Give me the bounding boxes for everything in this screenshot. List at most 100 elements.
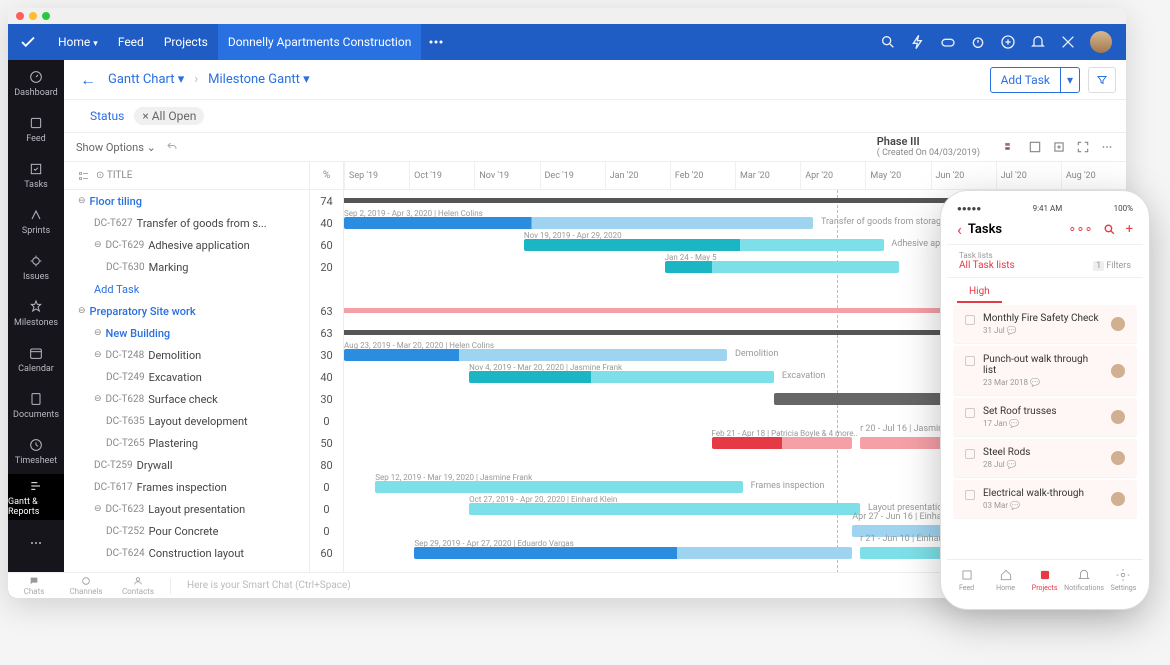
fullscreen-icon[interactable] — [1076, 140, 1090, 154]
percent-header[interactable]: % — [310, 162, 343, 190]
task-row[interactable]: DC-T259 Drywall — [64, 454, 309, 476]
nav-milestones[interactable]: Milestones — [8, 290, 64, 336]
nav-feed[interactable]: Feed — [108, 35, 154, 49]
footer-chats[interactable]: Chats — [8, 576, 60, 596]
phone-task-item[interactable]: Electrical walk-through 03 Mar 💬 — [953, 480, 1137, 519]
checkbox[interactable] — [965, 356, 975, 366]
nav-project-crumb[interactable]: Donnelly Apartments Construction — [218, 24, 422, 60]
phone-search-icon[interactable] — [1103, 223, 1116, 236]
nav-sprints[interactable]: Sprints — [8, 198, 64, 244]
task-row[interactable]: DC-T630 Marking — [64, 256, 309, 278]
task-row[interactable]: ⊖DC-T623 Layout presentation — [64, 498, 309, 520]
window-maximize-icon[interactable] — [42, 12, 50, 20]
nav-timesheet[interactable]: Timesheet — [8, 428, 64, 474]
expand-icon[interactable]: ⊖ — [94, 504, 102, 514]
expand-icon[interactable]: ⊖ — [94, 240, 102, 250]
gamepad-icon[interactable] — [940, 34, 956, 50]
gantt-bar[interactable]: Sep 29, 2019 - Apr 27, 2020 | Eduardo Va… — [414, 547, 852, 559]
gantt-bar[interactable]: Aug 23, 2019 - Mar 20, 2020 | Helen Coli… — [344, 349, 727, 361]
checkbox[interactable] — [965, 490, 975, 500]
task-row[interactable]: DC-T617 Frames inspection — [64, 476, 309, 498]
task-group[interactable]: ⊖ Floor tiling — [64, 190, 309, 212]
checkbox[interactable] — [965, 315, 975, 325]
gantt-bar[interactable]: Jan 24 - May 5 — [665, 261, 900, 273]
task-row[interactable]: DC-T249 Excavation — [64, 366, 309, 388]
expand-icon[interactable]: ⊖ — [94, 394, 102, 404]
crumb-gantt-chart[interactable]: Gantt Chart ▾ — [102, 72, 190, 87]
show-options-toggle[interactable]: Show Options ⌄ — [76, 141, 156, 154]
task-row[interactable]: DC-T624 Construction layout — [64, 542, 309, 564]
phone-tab-notifications[interactable]: Notifications — [1064, 560, 1104, 599]
status-label[interactable]: Status — [90, 109, 124, 123]
undo-icon[interactable] — [166, 141, 178, 153]
tools-icon[interactable] — [1060, 34, 1076, 50]
footer-contacts[interactable]: Contacts — [112, 576, 164, 596]
checkbox[interactable] — [965, 408, 975, 418]
task-row[interactable]: ⊖DC-T628 Surface check — [64, 388, 309, 410]
nav-calendar[interactable]: Calendar — [8, 336, 64, 382]
phone-more-icon[interactable]: ∘∘∘ — [1068, 222, 1092, 237]
phone-tab-settings[interactable]: Settings — [1104, 560, 1143, 599]
crumb-milestone-gantt[interactable]: Milestone Gantt ▾ — [202, 72, 315, 87]
task-row[interactable]: DC-T627 Transfer of goods from s... — [64, 212, 309, 234]
phone-task-item[interactable]: Set Roof trusses 17 Jan 💬 — [953, 398, 1137, 437]
search-icon[interactable] — [880, 34, 896, 50]
gantt-bar[interactable]: Sep 2, 2019 - Apr 3, 2020 | Helen Colins — [344, 217, 813, 229]
filter-button[interactable] — [1088, 67, 1116, 93]
gantt-bar[interactable]: Oct 27, 2019 - Apr 20, 2020 | Einhard Kl… — [469, 503, 860, 515]
add-task-button[interactable]: Add Task ▾ — [990, 67, 1080, 93]
task-row[interactable]: DC-T265 Plastering — [64, 432, 309, 454]
task-group[interactable]: ⊖ Preparatory Site work — [64, 300, 309, 322]
gantt-bar[interactable]: Nov 19, 2019 - Apr 29, 2020 — [524, 239, 884, 251]
nav-projects[interactable]: Projects — [154, 35, 218, 49]
nav-gantt-reports[interactable]: Gantt & Reports — [8, 474, 64, 520]
checkbox[interactable] — [965, 449, 975, 459]
nav-issues[interactable]: Issues — [8, 244, 64, 290]
bell-icon[interactable] — [1030, 34, 1046, 50]
expand-icon[interactable]: ⊖ — [78, 306, 86, 316]
gantt-bar[interactable]: Nov 4, 2019 - Mar 20, 2020 | Jasmine Fra… — [469, 371, 774, 383]
bolt-icon[interactable] — [910, 34, 926, 50]
title-header[interactable]: ⊙ TITLE — [64, 162, 309, 190]
nav-home[interactable]: Home ▾ — [48, 35, 108, 49]
phone-add-icon[interactable]: + — [1126, 222, 1133, 237]
phone-task-list[interactable]: Monthly Fire Safety Check 31 Jul 💬 Punch… — [947, 303, 1143, 559]
window-close-icon[interactable] — [16, 12, 24, 20]
add-task-dropdown-icon[interactable]: ▾ — [1061, 73, 1079, 87]
phone-task-item[interactable]: Steel Rods 28 Jul 💬 — [953, 439, 1137, 478]
expand-icon[interactable]: ⊖ — [94, 328, 102, 338]
add-task-inline[interactable]: Add Task — [64, 278, 309, 300]
user-avatar[interactable] — [1090, 31, 1112, 53]
nav-dashboard[interactable]: Dashboard — [8, 60, 64, 106]
task-row[interactable]: DC-T635 Layout development — [64, 410, 309, 432]
task-row[interactable]: ⊖DC-T629 Adhesive application — [64, 234, 309, 256]
nav-feed[interactable]: Feed — [8, 106, 64, 152]
footer-channels[interactable]: Channels — [60, 576, 112, 596]
view-icon[interactable] — [1028, 140, 1042, 154]
expand-icon[interactable]: ⊖ — [94, 350, 102, 360]
phone-tasklist-selector[interactable]: All Task lists — [959, 260, 1093, 271]
nav-documents[interactable]: Documents — [8, 382, 64, 428]
task-subgroup[interactable]: ⊖ New Building — [64, 322, 309, 344]
gantt-bar[interactable]: Feb 21 - Apr 18 | Patricia Boyle & 4 mor… — [712, 437, 853, 449]
export-icon[interactable] — [1052, 140, 1066, 154]
phone-filters[interactable]: 1Filters — [1093, 261, 1131, 271]
task-row[interactable]: DC-T252 Pour Concrete — [64, 520, 309, 542]
more-icon[interactable] — [1100, 140, 1114, 154]
gantt-bar[interactable]: Sep 12, 2019 - Mar 19, 2020 | Jasmine Fr… — [375, 481, 743, 493]
add-icon[interactable] — [1000, 34, 1016, 50]
legend-icon[interactable] — [1004, 140, 1018, 154]
nav-more-icon[interactable] — [421, 40, 451, 44]
phone-back-icon[interactable]: ‹ — [957, 220, 962, 239]
phone-task-item[interactable]: Monthly Fire Safety Check 31 Jul 💬 — [953, 305, 1137, 344]
task-row[interactable]: ⊖DC-T248 Demolition — [64, 344, 309, 366]
nav-tasks[interactable]: Tasks — [8, 152, 64, 198]
phone-section-high[interactable]: High — [957, 278, 1002, 303]
expand-icon[interactable]: ⊖ — [78, 196, 86, 206]
phone-task-item[interactable]: Punch-out walk through list 23 Mar 2018 … — [953, 346, 1137, 396]
nav-more[interactable] — [8, 520, 64, 566]
back-icon[interactable]: ← — [74, 70, 102, 90]
window-minimize-icon[interactable] — [29, 12, 37, 20]
app-logo-icon[interactable] — [8, 24, 48, 60]
phone-tab-projects[interactable]: Projects — [1025, 560, 1064, 599]
